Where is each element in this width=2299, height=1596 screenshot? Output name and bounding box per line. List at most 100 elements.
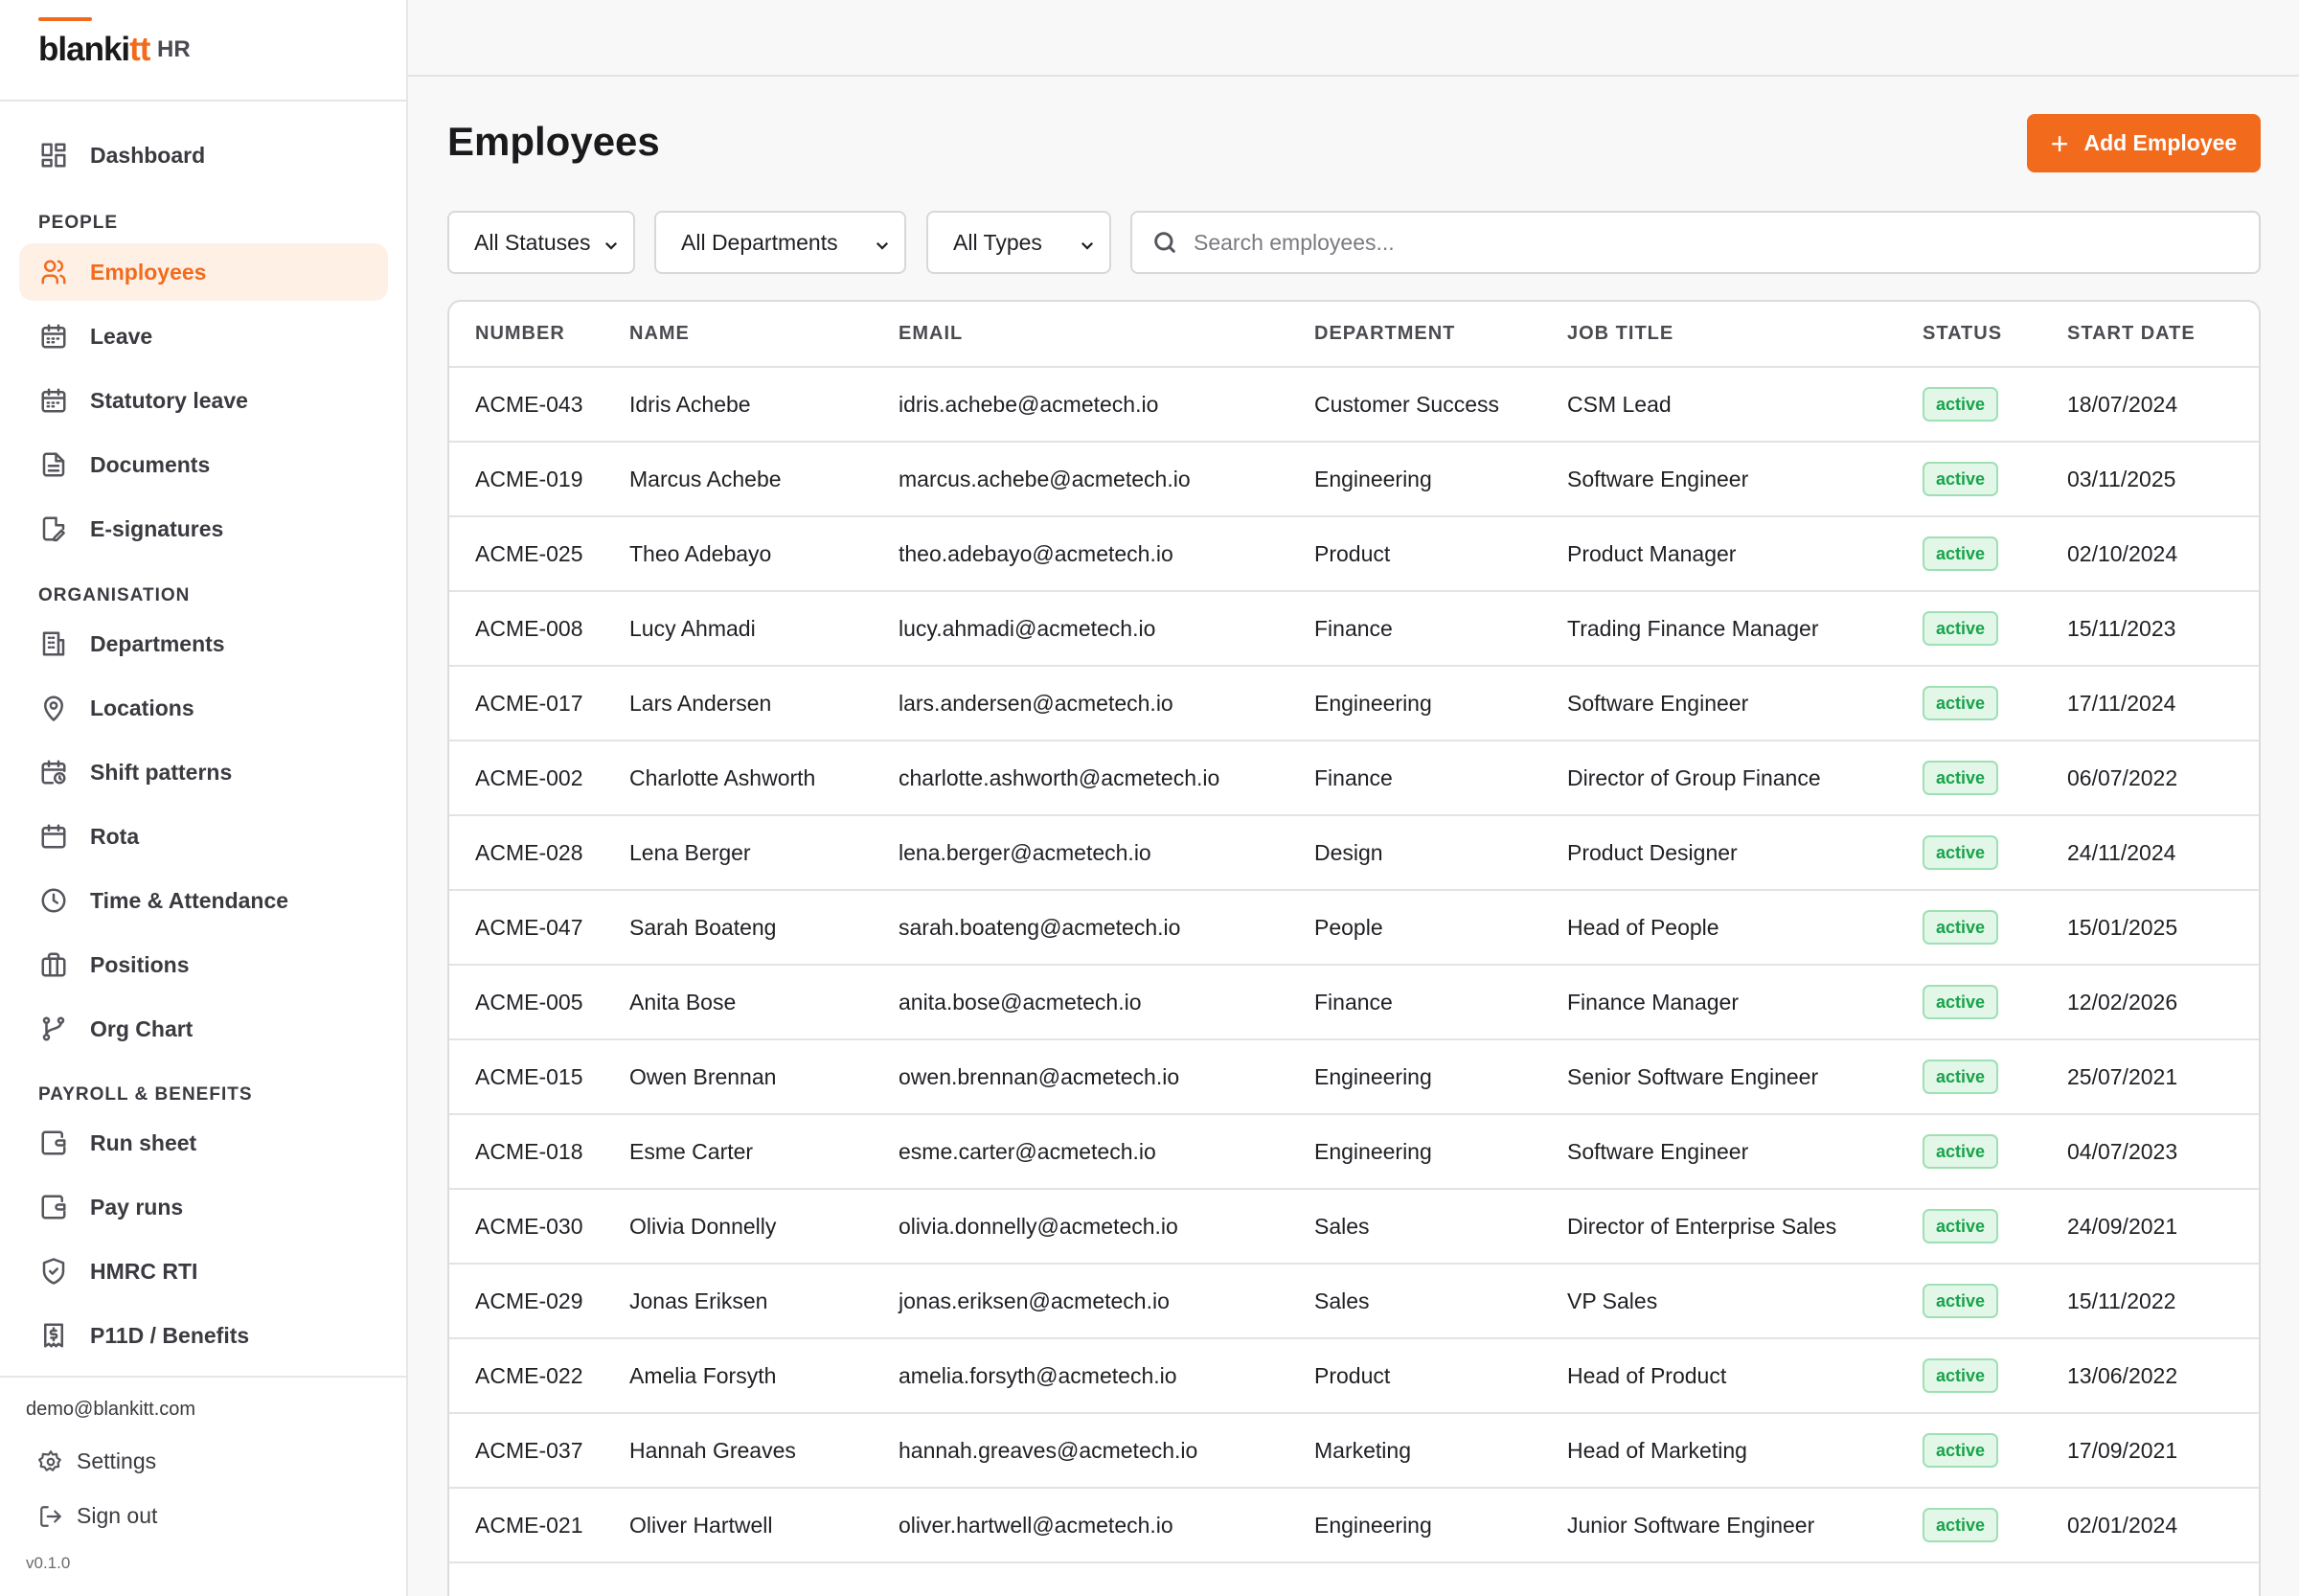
status-badge: active bbox=[1923, 1433, 1999, 1468]
table-row[interactable]: ACME-028 Lena Berger lena.berger@acmetech.… bbox=[449, 815, 2259, 891]
department-filter-select[interactable]: All Departments bbox=[654, 211, 906, 274]
column-header-name[interactable]: NAME bbox=[629, 302, 899, 368]
employee-job-title-cell: Head of Product bbox=[1567, 1338, 1923, 1414]
wallet-icon bbox=[38, 1192, 69, 1222]
employee-status-cell: active bbox=[1923, 815, 2067, 891]
employee-department: Engineering bbox=[1314, 466, 1432, 491]
sidebar-item-leave[interactable]: Leave bbox=[19, 308, 388, 365]
employee-name-cell: Hannah Greaves bbox=[629, 1413, 899, 1489]
sidebar-item-run-sheet[interactable]: Run sheet bbox=[19, 1114, 388, 1172]
table-row[interactable]: ACME-005 Anita Bose anita.bose@acmetech.io… bbox=[449, 965, 2259, 1040]
table-row[interactable]: ACME-029 Jonas Eriksen jonas.eriksen@acmet… bbox=[449, 1264, 2259, 1339]
sidebar-item-dashboard[interactable]: Dashboard bbox=[19, 126, 388, 184]
employee-name-cell: Lena Berger bbox=[629, 815, 899, 891]
employee-name: Marcus Achebe bbox=[629, 466, 782, 491]
column-header-department[interactable]: DEPARTMENT bbox=[1314, 302, 1567, 368]
table-row[interactable]: ACME-037 Hannah Greaves hannah.greaves@acm… bbox=[449, 1413, 2259, 1489]
table-row[interactable]: ACME-017 Lars Andersen lars.andersen@acmet… bbox=[449, 666, 2259, 741]
sidebar-item-label: Shift patterns bbox=[90, 759, 233, 785]
employee-email-cell: hannah.greaves@acmetech.io bbox=[899, 1413, 1314, 1489]
sidebar-item-statutory-leave[interactable]: Statutory leave bbox=[19, 372, 388, 429]
employee-email: jonas.eriksen@acmetech.io bbox=[899, 1288, 1170, 1313]
sidebar-item-departments[interactable]: Departments bbox=[19, 615, 388, 673]
column-header-status[interactable]: STATUS bbox=[1923, 302, 2067, 368]
table-row[interactable]: ACME-008 Lucy Ahmadi lucy.ahmadi@acmetech.… bbox=[449, 591, 2259, 667]
table-row[interactable]: ACME-015 Owen Brennan owen.brennan@acmetec… bbox=[449, 1039, 2259, 1115]
wallet-icon bbox=[38, 1128, 69, 1158]
employee-department: Sales bbox=[1314, 1213, 1370, 1239]
employee-job-title: Software Engineer bbox=[1567, 1138, 1749, 1164]
table-row[interactable]: ACME-030 Olivia Donnelly olivia.donnelly@a… bbox=[449, 1189, 2259, 1265]
logo[interactable]: blankitt bbox=[38, 31, 150, 69]
employee-email-cell: lena.berger@acmetech.io bbox=[899, 815, 1314, 891]
sidebar-item-rota[interactable]: Rota bbox=[19, 808, 388, 865]
table-row[interactable]: ACME-018 Esme Carter esme.carter@acmetech.… bbox=[449, 1114, 2259, 1190]
settings-link[interactable]: Settings bbox=[38, 1448, 156, 1474]
sign-out-link[interactable]: Sign out bbox=[38, 1503, 157, 1529]
employee-department-cell: Engineering bbox=[1314, 1039, 1567, 1115]
column-header-start-date[interactable]: START DATE bbox=[2067, 302, 2259, 368]
employee-number: ACME-022 bbox=[475, 1362, 583, 1388]
sidebar-item-label: Time & Attendance bbox=[90, 887, 289, 913]
status-badge: active bbox=[1923, 686, 1999, 720]
status-badge: active bbox=[1923, 1284, 1999, 1318]
sidebar-item-label: Leave bbox=[90, 323, 153, 349]
table-row[interactable]: ACME-021 Oliver Hartwell oliver.hartwell@a… bbox=[449, 1488, 2259, 1563]
status-badge: active bbox=[1923, 761, 1999, 795]
search-input[interactable] bbox=[1194, 229, 2151, 256]
employee-number-cell: ACME-022 bbox=[449, 1338, 629, 1414]
employee-department: Finance bbox=[1314, 615, 1393, 641]
sidebar-item-p11d-benefits[interactable]: P11D / Benefits bbox=[19, 1307, 388, 1364]
employee-start-date-cell: 15/11/2023 bbox=[2067, 591, 2259, 667]
table-row[interactable]: ACME-025 Theo Adebayo theo.adebayo@acmetec… bbox=[449, 516, 2259, 592]
employee-department: Engineering bbox=[1314, 1063, 1432, 1089]
sidebar-item-hmrc-rti[interactable]: HMRC RTI bbox=[19, 1243, 388, 1300]
page-title: Employees bbox=[447, 119, 660, 164]
employee-number: ACME-037 bbox=[475, 1437, 583, 1463]
employee-email: idris.achebe@acmetech.io bbox=[899, 391, 1159, 417]
employee-name-cell: Owen Brennan bbox=[629, 1039, 899, 1115]
logo-main: blanki bbox=[38, 31, 130, 68]
type-filter-select[interactable]: All Types bbox=[926, 211, 1111, 274]
add-employee-button[interactable]: + Add Employee bbox=[2027, 114, 2261, 172]
sidebar-item-label: Locations bbox=[90, 695, 194, 720]
employee-start-date: 02/10/2024 bbox=[2067, 540, 2178, 566]
employee-email: lars.andersen@acmetech.io bbox=[899, 690, 1173, 716]
table-row[interactable]: ACME-019 Marcus Achebe marcus.achebe@acmet… bbox=[449, 442, 2259, 517]
column-header-email[interactable]: EMAIL bbox=[899, 302, 1314, 368]
table-row[interactable]: ACME-043 Idris Achebe idris.achebe@acmetec… bbox=[449, 367, 2259, 443]
employee-status-cell: active bbox=[1923, 1488, 2067, 1563]
table-row[interactable]: ACME-022 Amelia Forsyth amelia.forsyth@acm… bbox=[449, 1338, 2259, 1414]
sidebar-item-pay-runs[interactable]: Pay runs bbox=[19, 1178, 388, 1236]
status-filter-select[interactable]: All Statuses bbox=[447, 211, 635, 274]
employee-department: Engineering bbox=[1314, 1512, 1432, 1538]
employee-department-cell: Product bbox=[1314, 516, 1567, 592]
employee-name: Amelia Forsyth bbox=[629, 1362, 777, 1388]
table-row[interactable]: ACME-047 Sarah Boateng sarah.boateng@acmet… bbox=[449, 890, 2259, 966]
sidebar-item-positions[interactable]: Positions bbox=[19, 936, 388, 993]
column-header-number[interactable]: NUMBER bbox=[449, 302, 629, 368]
clock-icon bbox=[38, 885, 69, 916]
brand-accent-bar bbox=[38, 17, 92, 21]
employee-email-cell: owen.brennan@acmetech.io bbox=[899, 1039, 1314, 1115]
dashboard-icon bbox=[38, 140, 69, 171]
sidebar-item-org-chart[interactable]: Org Chart bbox=[19, 1000, 388, 1058]
employee-number: ACME-047 bbox=[475, 914, 583, 940]
sidebar-item-e-signatures[interactable]: E-signatures bbox=[19, 500, 388, 558]
sidebar-item-employees[interactable]: Employees bbox=[19, 243, 388, 301]
employee-start-date: 17/11/2024 bbox=[2067, 690, 2176, 716]
sidebar-item-shift-patterns[interactable]: Shift patterns bbox=[19, 743, 388, 801]
sidebar-item-time-attendance[interactable]: Time & Attendance bbox=[19, 872, 388, 929]
employee-job-title-cell: Head of Marketing bbox=[1567, 1413, 1923, 1489]
employee-number: ACME-017 bbox=[475, 690, 583, 716]
employee-number: ACME-025 bbox=[475, 540, 583, 566]
sidebar-item-locations[interactable]: Locations bbox=[19, 679, 388, 737]
table-row[interactable]: ACME-002 Charlotte Ashworth charlotte.ashw… bbox=[449, 741, 2259, 816]
employee-email-cell: esme.carter@acmetech.io bbox=[899, 1114, 1314, 1190]
sidebar-item-documents[interactable]: Documents bbox=[19, 436, 388, 493]
employee-department-cell: Sales bbox=[1314, 1264, 1567, 1339]
employee-start-date: 13/06/2022 bbox=[2067, 1362, 2178, 1388]
column-header-job-title[interactable]: JOB TITLE bbox=[1567, 302, 1923, 368]
status-badge: active bbox=[1923, 1060, 1999, 1094]
receipt-icon bbox=[38, 1320, 69, 1351]
